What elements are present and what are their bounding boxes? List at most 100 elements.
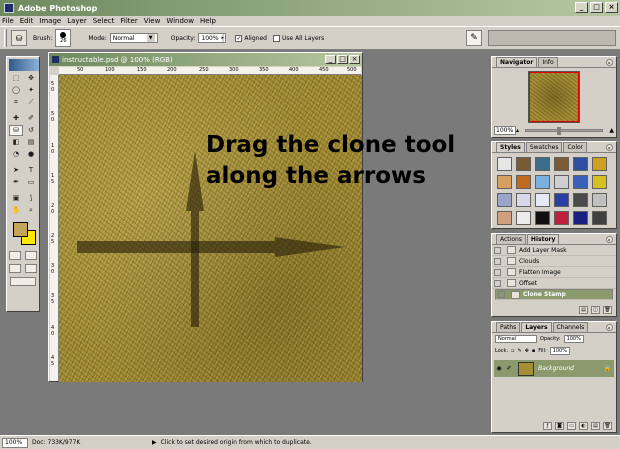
panel-menu-icon[interactable]: ▸ bbox=[606, 144, 613, 151]
screen-mode-standard-icon[interactable] bbox=[9, 264, 21, 273]
panel-menu-icon[interactable]: ▸ bbox=[606, 236, 613, 243]
notes-tool-icon[interactable]: ▣ bbox=[9, 193, 23, 204]
style-swatch[interactable] bbox=[535, 175, 550, 189]
foreground-color[interactable] bbox=[13, 222, 28, 237]
menu-window[interactable]: Window bbox=[166, 17, 194, 25]
style-swatch[interactable] bbox=[573, 157, 588, 171]
history-brush-source[interactable] bbox=[494, 246, 501, 254]
panel-menu-icon[interactable]: ▸ bbox=[606, 324, 613, 331]
hand-tool-icon[interactable]: ✋ bbox=[9, 205, 23, 216]
style-swatch[interactable] bbox=[573, 211, 588, 225]
history-brush-source[interactable] bbox=[498, 291, 505, 298]
new-document-icon[interactable]: ▤ bbox=[579, 306, 588, 314]
status-zoom-field[interactable]: 100% bbox=[2, 437, 28, 448]
path-selection-tool-icon[interactable]: ➤ bbox=[9, 165, 23, 176]
style-swatch[interactable] bbox=[535, 211, 550, 225]
style-swatch[interactable] bbox=[516, 157, 531, 171]
history-item-selected[interactable]: Clone Stamp bbox=[495, 289, 613, 300]
view-box[interactable] bbox=[529, 72, 579, 122]
style-swatch[interactable] bbox=[554, 211, 569, 225]
toolbox-logo[interactable] bbox=[9, 59, 39, 71]
fill-field[interactable]: 100% bbox=[549, 347, 570, 355]
style-swatch[interactable] bbox=[497, 193, 512, 207]
trash-icon[interactable]: 🗑 bbox=[603, 306, 612, 314]
jump-to-imageready-icon[interactable] bbox=[10, 277, 36, 286]
clone-stamp-preset-icon[interactable]: ⛁ bbox=[11, 30, 27, 46]
screen-mode-full-icon[interactable] bbox=[25, 264, 37, 273]
doc-maximize-button[interactable]: □ bbox=[337, 55, 348, 64]
use-all-layers-checkbox[interactable] bbox=[272, 34, 280, 42]
clone-stamp-tool-icon[interactable]: ⛁ bbox=[9, 125, 23, 136]
history-brush-source[interactable] bbox=[494, 279, 501, 287]
shape-tool-icon[interactable]: ▭ bbox=[24, 177, 38, 188]
healing-brush-tool-icon[interactable]: ✚ bbox=[9, 113, 23, 124]
style-swatch[interactable] bbox=[516, 175, 531, 189]
zoom-out-icon[interactable]: ▴ bbox=[516, 127, 519, 134]
menu-layer[interactable]: Layer bbox=[67, 17, 87, 25]
style-swatch[interactable] bbox=[497, 175, 512, 189]
layer-set-icon[interactable]: ▭ bbox=[567, 422, 576, 430]
menu-image[interactable]: Image bbox=[39, 17, 61, 25]
crop-tool-icon[interactable]: ⌗ bbox=[9, 97, 23, 108]
menu-view[interactable]: View bbox=[144, 17, 161, 25]
status-menu-arrow-icon[interactable]: ▶ bbox=[152, 439, 157, 446]
style-swatch[interactable] bbox=[592, 157, 607, 171]
zoom-slider[interactable] bbox=[525, 126, 604, 135]
delete-layer-icon[interactable]: 🗑 bbox=[603, 422, 612, 430]
palette-well[interactable] bbox=[488, 30, 616, 46]
tab-actions[interactable]: Actions bbox=[496, 234, 526, 244]
mode-select[interactable]: Normal ▼ bbox=[109, 33, 158, 43]
style-swatch[interactable] bbox=[535, 157, 550, 171]
history-item[interactable]: Offset bbox=[492, 278, 616, 289]
history-item[interactable]: Add Layer Mask bbox=[492, 245, 616, 256]
aligned-checkbox[interactable]: ✓ bbox=[235, 34, 243, 42]
history-brush-source[interactable] bbox=[494, 257, 501, 265]
style-swatch[interactable] bbox=[554, 157, 569, 171]
dodge-tool-icon[interactable]: ● bbox=[24, 149, 38, 160]
standard-mode-icon[interactable] bbox=[9, 251, 21, 260]
lock-pixels-icon[interactable]: ✎ bbox=[517, 348, 521, 354]
menu-help[interactable]: Help bbox=[200, 17, 216, 25]
document-size[interactable]: Doc: 733K/977K bbox=[32, 439, 152, 446]
layer-opacity-field[interactable]: 100% bbox=[563, 335, 584, 343]
eye-icon[interactable]: ◉ bbox=[494, 365, 504, 372]
zoom-tool-icon[interactable]: ⌕ bbox=[24, 205, 38, 216]
tab-paths[interactable]: Paths bbox=[496, 322, 521, 332]
history-brush-source[interactable] bbox=[494, 268, 501, 276]
menu-select[interactable]: Select bbox=[93, 17, 115, 25]
style-swatch[interactable] bbox=[573, 193, 588, 207]
gradient-tool-icon[interactable]: ▤ bbox=[24, 137, 38, 148]
blur-tool-icon[interactable]: ◔ bbox=[9, 149, 23, 160]
style-swatch[interactable] bbox=[592, 193, 607, 207]
quick-mask-mode-icon[interactable] bbox=[25, 251, 37, 260]
maximize-button[interactable]: □ bbox=[590, 2, 603, 13]
move-tool-icon[interactable]: ✥ bbox=[24, 73, 38, 84]
menu-edit[interactable]: Edit bbox=[20, 17, 34, 25]
tab-navigator[interactable]: Navigator bbox=[496, 57, 538, 67]
style-swatch[interactable] bbox=[535, 193, 550, 207]
style-swatch[interactable] bbox=[497, 211, 512, 225]
zoom-in-icon[interactable]: ▲ bbox=[609, 127, 614, 134]
close-button[interactable]: × bbox=[605, 2, 618, 13]
navigator-thumbnail[interactable] bbox=[528, 71, 580, 123]
marquee-tool-icon[interactable]: ⬚ bbox=[9, 73, 23, 84]
layer-mask-icon[interactable]: ◙ bbox=[555, 422, 564, 430]
doc-close-button[interactable]: × bbox=[349, 55, 360, 64]
style-swatch[interactable] bbox=[554, 175, 569, 189]
eyedropper-tool-icon[interactable]: ⟆ bbox=[24, 193, 38, 204]
style-swatch[interactable] bbox=[516, 193, 531, 207]
history-brush-tool-icon[interactable]: ↺ bbox=[24, 125, 38, 136]
blend-mode-select[interactable]: Normal bbox=[495, 335, 537, 343]
new-layer-icon[interactable]: ▤ bbox=[591, 422, 600, 430]
stamp-icon[interactable]: ✎ bbox=[466, 30, 482, 46]
brush-tool-icon[interactable]: ✐ bbox=[24, 113, 38, 124]
image-canvas[interactable] bbox=[59, 75, 362, 382]
magic-wand-tool-icon[interactable]: ✦ bbox=[24, 85, 38, 96]
style-swatch[interactable] bbox=[516, 211, 531, 225]
style-swatch[interactable] bbox=[592, 175, 607, 189]
style-swatch[interactable] bbox=[497, 157, 512, 171]
opacity-field[interactable]: 100% ▸ bbox=[198, 33, 227, 43]
options-grip[interactable] bbox=[4, 29, 7, 47]
tab-swatches[interactable]: Swatches bbox=[525, 142, 563, 152]
layer-row-background[interactable]: ◉ ✐ Background 🔒 bbox=[494, 360, 614, 377]
